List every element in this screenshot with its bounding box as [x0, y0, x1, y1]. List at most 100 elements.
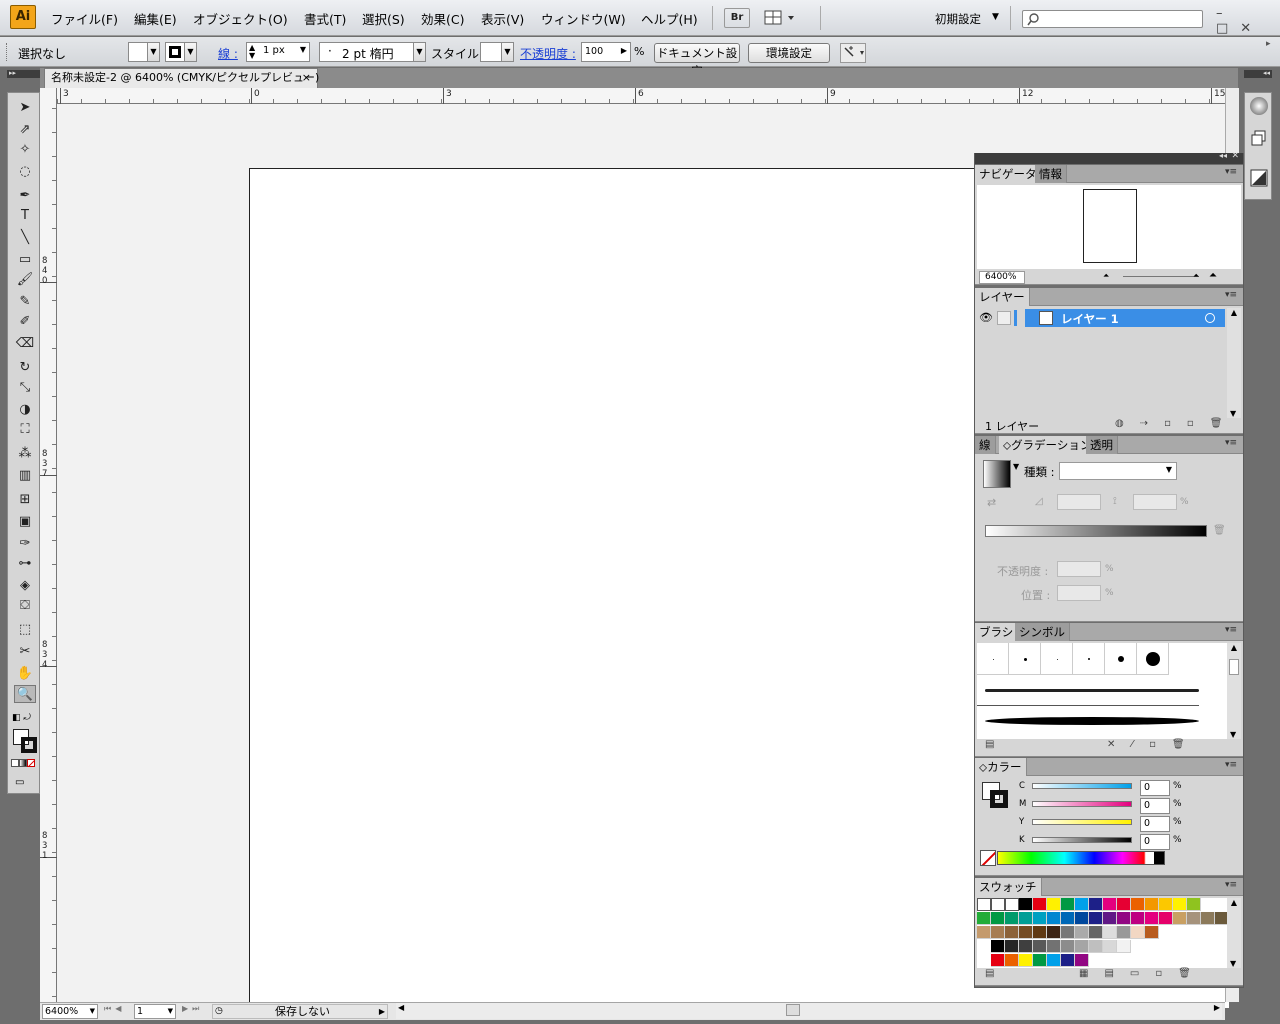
opacity-field[interactable]: 100 ▶: [581, 42, 631, 62]
graph-tool-icon[interactable]: ▥: [14, 467, 36, 485]
swatch[interactable]: [1131, 898, 1145, 911]
swatch[interactable]: [1033, 926, 1047, 939]
swatch[interactable]: [1117, 912, 1131, 925]
gradient-preview[interactable]: [983, 460, 1011, 488]
swatch[interactable]: [977, 926, 991, 939]
swatch[interactable]: [1019, 898, 1033, 911]
brush-swatch[interactable]: [977, 643, 1009, 675]
search-input[interactable]: [1022, 10, 1203, 28]
pencil-tool-icon[interactable]: ✎: [14, 293, 36, 311]
swatch[interactable]: [1131, 926, 1145, 939]
swatch[interactable]: [1019, 912, 1033, 925]
swatch[interactable]: [991, 954, 1005, 967]
swatch[interactable]: [1005, 954, 1019, 967]
brush-swatch[interactable]: [1073, 643, 1105, 675]
mesh-tool-icon[interactable]: ⊞: [14, 491, 36, 509]
gradient-tool-icon[interactable]: ▣: [14, 513, 36, 531]
chevron-down-icon[interactable]: ▼: [502, 42, 514, 62]
lock-toggle[interactable]: [997, 311, 1011, 325]
grip-handle[interactable]: [6, 43, 9, 61]
swatch[interactable]: [1187, 912, 1201, 925]
blend-tool-icon[interactable]: ⊶: [14, 555, 36, 573]
zoom-in-icon[interactable]: ⏶: [1209, 270, 1217, 281]
rectangle-tool-icon[interactable]: ▭: [14, 251, 36, 269]
gradient-type-select[interactable]: ▼: [1059, 462, 1177, 480]
tab-stroke[interactable]: 線: [975, 436, 996, 454]
swatch[interactable]: [1061, 954, 1075, 967]
stepper-icon[interactable]: ▲ ▼: [249, 44, 255, 60]
brush-swatch[interactable]: [1041, 643, 1073, 675]
document-setup-button[interactable]: ドキュメント設定: [654, 43, 740, 78]
panel-menu-icon[interactable]: ▾≡: [1225, 290, 1237, 300]
swatch[interactable]: [1187, 898, 1201, 911]
color-mode-buttons[interactable]: [11, 759, 39, 769]
navigator-zoom-slider[interactable]: [1123, 276, 1199, 277]
tab-symbols[interactable]: シンボル: [1015, 623, 1070, 641]
brush-stroke-tapered[interactable]: [985, 717, 1199, 725]
aspect-ratio-field[interactable]: [1133, 494, 1177, 510]
eye-icon[interactable]: 👁: [979, 311, 993, 324]
scroll-down-icon[interactable]: ▼: [1230, 409, 1236, 418]
free-transform-tool-icon[interactable]: ⛶: [14, 421, 36, 439]
rotate-tool-icon[interactable]: ↻: [14, 359, 36, 377]
type-tool-icon[interactable]: T: [14, 207, 36, 225]
swatch[interactable]: [1019, 926, 1033, 939]
status-menu[interactable]: ◷ 保存しない ▶: [212, 1004, 388, 1019]
swatch[interactable]: [1103, 898, 1117, 911]
channel-slider[interactable]: [1032, 837, 1132, 843]
swatch[interactable]: [1103, 912, 1117, 925]
menu-item[interactable]: 書式(T): [304, 9, 346, 28]
chevron-down-icon[interactable]: ▼: [168, 1005, 173, 1018]
navigator-view-box[interactable]: [1083, 189, 1137, 263]
layers-scrollbar[interactable]: ▲ ▼: [1227, 308, 1241, 418]
swatch[interactable]: [1005, 940, 1019, 953]
zoom-field[interactable]: 6400% ▼: [42, 1004, 98, 1019]
swatch[interactable]: [977, 898, 991, 911]
channel-value-field[interactable]: 0: [1140, 816, 1170, 832]
eraser-tool-icon[interactable]: ⌫: [14, 335, 36, 353]
graphic-style-swatch[interactable]: [480, 42, 502, 62]
swatch[interactable]: [1159, 912, 1173, 925]
isolation-button[interactable]: [840, 43, 866, 63]
scroll-up-icon[interactable]: ▲: [1231, 308, 1237, 317]
menu-item[interactable]: 編集(E): [134, 9, 177, 28]
chevron-down-icon[interactable]: ▼: [1013, 462, 1019, 471]
default-colors-icon[interactable]: ◧ ⤾: [12, 713, 38, 723]
scroll-right-icon[interactable]: ▶: [1214, 1003, 1220, 1012]
screen-mode-icon[interactable]: ▭: [15, 777, 33, 789]
layers-footer-buttons[interactable]: ◍⇢▫▫🗑: [1115, 418, 1238, 429]
reverse-gradient-icon[interactable]: ⇄: [987, 496, 996, 509]
preferences-button[interactable]: 環境設定: [748, 43, 830, 63]
swatch[interactable]: [1089, 898, 1103, 911]
swatch[interactable]: [1033, 954, 1047, 967]
selection-tool-icon[interactable]: ➤: [14, 99, 36, 117]
menu-item[interactable]: ファイル(F): [51, 9, 118, 28]
swatch[interactable]: [1117, 926, 1131, 939]
stroke-weight-field[interactable]: ▲ ▼ 1 px ▼: [246, 42, 310, 62]
swatch[interactable]: [1103, 926, 1117, 939]
swatches-scrollbar[interactable]: ▲ ▼: [1227, 898, 1241, 968]
swatch[interactable]: [991, 940, 1005, 953]
artboard-number-field[interactable]: 1 ▼: [134, 1004, 176, 1019]
channel-slider[interactable]: [1032, 801, 1132, 807]
appearance-icon[interactable]: [1250, 97, 1268, 115]
channel-slider[interactable]: [1032, 783, 1132, 789]
channel-value-field[interactable]: 0: [1140, 798, 1170, 814]
scale-tool-icon[interactable]: ⤡: [14, 379, 36, 397]
chevron-down-icon[interactable]: ▼: [185, 42, 197, 62]
stroke-label-link[interactable]: 線 :: [218, 45, 238, 62]
swatch[interactable]: [1005, 926, 1019, 939]
tab-color[interactable]: ⬦カラー: [975, 758, 1027, 776]
maximize-icon[interactable]: □: [1216, 21, 1240, 36]
tab-brushes[interactable]: ブラシ: [975, 623, 1019, 641]
panel-menu-icon[interactable]: ▾≡: [1225, 625, 1237, 635]
chevron-right-icon[interactable]: ▶: [621, 46, 627, 55]
document-tab[interactable]: 名称未設定-2 @ 6400% (CMYK/ピクセルプレビュー) ×: [44, 68, 319, 88]
swatch-libraries-icon[interactable]: ▤: [985, 968, 994, 979]
swatch[interactable]: [1005, 898, 1019, 911]
swatch[interactable]: [1117, 940, 1131, 953]
close-icon[interactable]: ✕: [1240, 21, 1263, 36]
scroll-thumb[interactable]: [786, 1004, 800, 1016]
collapse-icon[interactable]: ◂◂: [1219, 151, 1227, 160]
swatch[interactable]: [1061, 940, 1075, 953]
